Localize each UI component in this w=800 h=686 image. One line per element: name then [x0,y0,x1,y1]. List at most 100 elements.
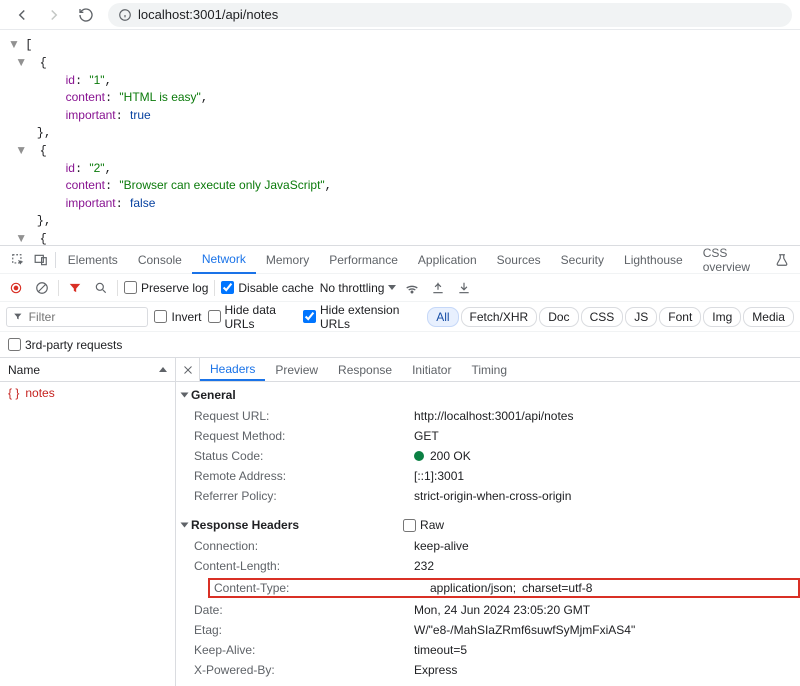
network-conditions-icon[interactable] [402,278,422,298]
header-row: Connection:keep-alive [194,536,800,556]
raw-checkbox[interactable]: Raw [403,518,444,532]
header-key: Request URL: [194,409,414,423]
filter-input[interactable] [29,310,142,324]
filter-box[interactable] [6,307,148,327]
filter-pill-media[interactable]: Media [743,307,794,327]
header-key: Content-Length: [194,559,414,573]
header-key: Keep-Alive: [194,643,414,657]
header-value: [::1]:3001 [414,469,464,483]
tab-console[interactable]: Console [128,246,192,274]
header-value: GET [414,429,439,443]
devtools-tabbar: ElementsConsoleNetworkMemoryPerformanceA… [0,245,800,273]
forward-button[interactable] [40,1,68,29]
hide-extension-urls-checkbox[interactable]: Hide extension URLs [303,303,417,331]
request-details: HeadersPreviewResponseInitiatorTiming Ge… [176,358,800,686]
header-value: W/"e8-/MahSIaZRmf6suwfSyMjmFxiAS4" [414,623,635,637]
header-key: Request Method: [194,429,414,443]
experiments-icon[interactable] [770,248,794,272]
details-subtabs: HeadersPreviewResponseInitiatorTiming [176,358,800,382]
disable-cache-checkbox[interactable]: Disable cache [221,281,313,295]
tab-memory[interactable]: Memory [256,246,319,274]
page-content-json: ▼ [ ▼ { id: "1", content: "HTML is easy"… [0,30,800,245]
network-main: Name { } notes HeadersPreviewResponseInit… [0,357,800,686]
search-icon[interactable] [91,278,111,298]
header-key: Referrer Policy: [194,489,414,503]
tab-css-overview[interactable]: CSS overview [693,246,770,274]
inspect-element-icon[interactable] [6,248,29,272]
filter-pill-css[interactable]: CSS [581,307,624,327]
header-key: Connection: [194,539,414,553]
preserve-log-checkbox[interactable]: Preserve log [124,281,208,295]
header-row: Date:Mon, 24 Jun 2024 23:05:20 GMT [194,600,800,620]
filter-pill-img[interactable]: Img [703,307,741,327]
device-toolbar-icon[interactable] [29,248,52,272]
throttling-dropdown[interactable]: No throttling [320,281,397,295]
hide-data-urls-checkbox[interactable]: Hide data URLs [208,303,298,331]
header-value: Express [414,663,457,677]
header-value: Mon, 24 Jun 2024 23:05:20 GMT [414,603,590,617]
filter-icon[interactable] [65,278,85,298]
filter-pill-js[interactable]: JS [625,307,657,327]
request-row[interactable]: { } notes [0,382,175,404]
tab-application[interactable]: Application [408,246,487,274]
header-value: timeout=5 [414,643,467,657]
filter-pill-font[interactable]: Font [659,307,701,327]
third-party-checkbox[interactable]: 3rd-party requests [8,338,122,352]
header-key: Etag: [194,623,414,637]
tab-security[interactable]: Security [551,246,614,274]
header-row: Remote Address:[::1]:3001 [194,466,800,486]
import-har-icon[interactable] [454,278,474,298]
browser-toolbar: localhost:3001/api/notes [0,0,800,30]
json-file-icon: { } [8,386,19,400]
status-dot-icon [414,451,424,461]
header-key: Date: [194,603,414,617]
header-value: strict-origin-when-cross-origin [414,489,571,503]
sort-indicator-icon [159,367,167,372]
tab-sources[interactable]: Sources [487,246,551,274]
header-row: Etag:W/"e8-/MahSIaZRmf6suwfSyMjmFxiAS4" [194,620,800,640]
header-row: Status Code: 200 OK [194,446,800,466]
filter-pill-fetch-xhr[interactable]: Fetch/XHR [461,307,538,327]
header-row: Content-Length:232 [194,556,800,576]
response-headers-toggle[interactable]: Response Headers Raw [176,516,800,534]
header-value: application/json; charset=utf-8 [430,581,592,595]
header-key: Content-Type: [214,581,430,595]
subtab-timing[interactable]: Timing [461,358,517,381]
header-value: keep-alive [414,539,469,553]
tab-lighthouse[interactable]: Lighthouse [614,246,693,274]
response-headers-section: Response Headers Raw Connection:keep-ali… [176,512,800,686]
type-filter-pills: AllFetch/XHRDocCSSJSFontImgMedia [427,307,794,327]
subtab-initiator[interactable]: Initiator [402,358,461,381]
close-details-button[interactable] [176,358,200,381]
name-column-label: Name [8,363,40,377]
name-column-header[interactable]: Name [0,358,175,382]
request-list: Name { } notes [0,358,176,686]
invert-checkbox[interactable]: Invert [154,310,201,324]
request-name: notes [25,386,54,400]
header-row: Request Method:GET [194,426,800,446]
general-section: General Request URL:http://localhost:300… [176,382,800,512]
header-row: X-Powered-By:Express [194,660,800,680]
clear-button[interactable] [32,278,52,298]
general-toggle[interactable]: General [176,386,800,404]
tab-elements[interactable]: Elements [58,246,128,274]
url-text: localhost:3001/api/notes [138,7,278,22]
header-value: 232 [414,559,434,573]
record-button[interactable] [6,278,26,298]
tab-performance[interactable]: Performance [319,246,408,274]
reload-button[interactable] [72,1,100,29]
subtab-response[interactable]: Response [328,358,402,381]
filter-pill-doc[interactable]: Doc [539,307,578,327]
header-row: Content-Type:application/json; charset=u… [208,578,800,598]
info-icon [118,8,132,22]
address-bar[interactable]: localhost:3001/api/notes [108,3,792,27]
subtab-preview[interactable]: Preview [265,358,328,381]
header-row: Keep-Alive:timeout=5 [194,640,800,660]
filter-pill-all[interactable]: All [427,307,458,327]
tab-network[interactable]: Network [192,246,256,274]
funnel-icon [13,311,23,322]
back-button[interactable] [8,1,36,29]
export-har-icon[interactable] [428,278,448,298]
header-key: Status Code: [194,449,414,463]
subtab-headers[interactable]: Headers [200,358,265,381]
